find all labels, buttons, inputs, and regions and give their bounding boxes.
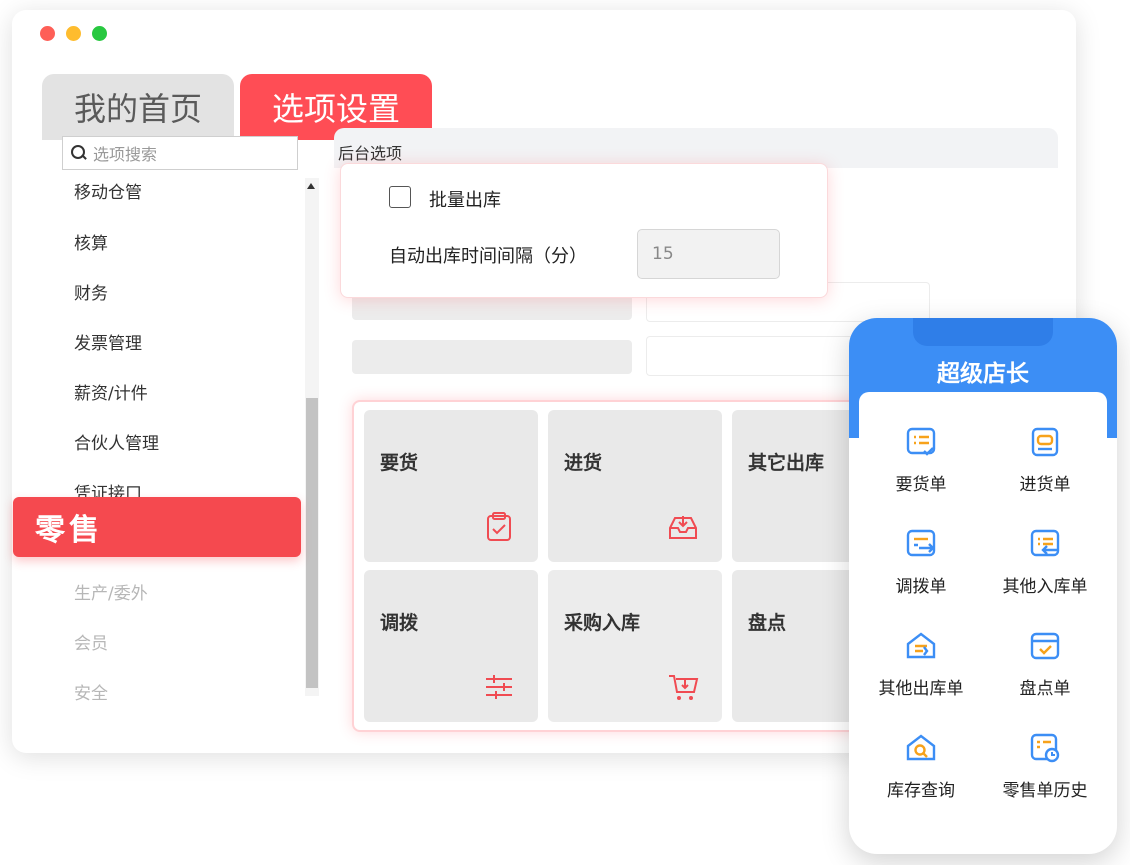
mobile-app-requisition[interactable]: 要货单 [859,426,983,495]
sidebar-item-security[interactable]: 安全 [74,679,108,704]
mobile-app-inventory-check[interactable]: 盘点单 [983,630,1107,699]
tile-label: 盘点 [748,612,787,634]
cart-icon [669,675,699,700]
mobile-app-other-inbound[interactable]: 其他入库单 [983,528,1107,597]
search-icon [71,145,87,161]
sidebar-item-finance[interactable]: 财务 [74,279,108,304]
interval-label: 自动出库时间间隔（分） [389,246,587,267]
mobile-app-label: 库存查询 [887,781,955,801]
tile-label: 其它出库 [748,452,825,474]
sidebar-item-retail-active[interactable]: 零售 [13,497,301,557]
tile-procurement-inbound[interactable]: 采购入库 [548,570,722,722]
mobile-app-label: 其他入库单 [1002,577,1088,597]
order-list-icon [906,427,936,456]
minimize-dot[interactable] [66,26,81,41]
sliders-icon [486,675,512,699]
mobile-app-card: 超级店长 要货单 进货单 调拨单 其他入库单 其他出库单 盘点单 库存查询 零售… [849,318,1117,854]
maximize-dot[interactable] [92,26,107,41]
mobile-app-label: 零售单历史 [1002,781,1088,801]
section-header: 后台选项 [334,128,1058,168]
mobile-app-label: 调拨单 [895,577,947,597]
sidebar-item-payroll[interactable]: 薪资/计件 [74,379,148,404]
tile-purchase[interactable]: 进货 [548,410,722,562]
mobile-app-label: 盘点单 [1019,679,1071,699]
mobile-app-sales-history[interactable]: 零售单历史 [983,732,1107,801]
mobile-app-grid: 要货单 进货单 调拨单 其他入库单 其他出库单 盘点单 库存查询 零售单历史 [859,392,1107,844]
sidebar-item-invoice[interactable]: 发票管理 [74,329,142,354]
close-dot[interactable] [40,26,55,41]
sidebar-item-partner[interactable]: 合伙人管理 [74,429,159,454]
mobile-app-label: 要货单 [895,475,947,495]
retail-tiles-panel: 要货 进货 其它出库 调拨 采购入库 盘点 [352,400,892,732]
inbox-download-icon [669,516,697,539]
search-placeholder: 选项搜索 [93,145,158,164]
batch-outbound-card: 批量出库 自动出库时间间隔（分） [340,163,828,298]
sidebar-item-accounting[interactable]: 核算 [74,229,108,254]
mobile-app-transfer[interactable]: 调拨单 [859,528,983,597]
tab-home[interactable]: 我的首页 [42,74,234,140]
phone-notch [913,318,1053,346]
mobile-app-other-outbound[interactable]: 其他出库单 [859,630,983,699]
batch-outbound-label: 批量出库 [429,190,501,211]
stock-search-icon [906,734,936,761]
inventory-check-icon [1030,632,1060,660]
interval-input[interactable] [637,229,780,279]
batch-outbound-checkbox[interactable] [389,186,411,208]
mobile-app-label: 其他出库单 [878,679,964,699]
sidebar-item-mobile-warehouse[interactable]: 移动仓管 [74,178,142,203]
mobile-app-stock-query[interactable]: 库存查询 [859,732,983,801]
tile-requisition[interactable]: 要货 [364,410,538,562]
clipboard-check-icon [487,512,511,541]
mobile-app-label: 进货单 [1019,475,1071,495]
tile-transfer[interactable]: 调拨 [364,570,538,722]
stock-in-icon [1030,529,1060,557]
purchase-box-icon [1031,427,1059,457]
tile-label: 要货 [380,452,419,474]
tile-label: 采购入库 [564,612,641,634]
ghost-row [352,340,632,374]
transfer-icon [906,529,936,557]
scrollbar-thumb[interactable] [306,398,318,688]
mobile-app-purchase[interactable]: 进货单 [983,426,1107,495]
tile-label: 进货 [564,452,603,474]
sales-history-icon [1030,733,1060,763]
scroll-up-arrow-icon[interactable] [307,183,315,189]
stock-out-icon [906,632,936,659]
section-title: 后台选项 [338,144,403,163]
sidebar-item-production[interactable]: 生产/委外 [74,579,148,604]
search-input[interactable]: 选项搜索 [62,136,298,170]
mobile-title: 超级店长 [937,361,1029,387]
tile-label: 调拨 [380,612,419,634]
sidebar-item-member[interactable]: 会员 [74,629,108,654]
